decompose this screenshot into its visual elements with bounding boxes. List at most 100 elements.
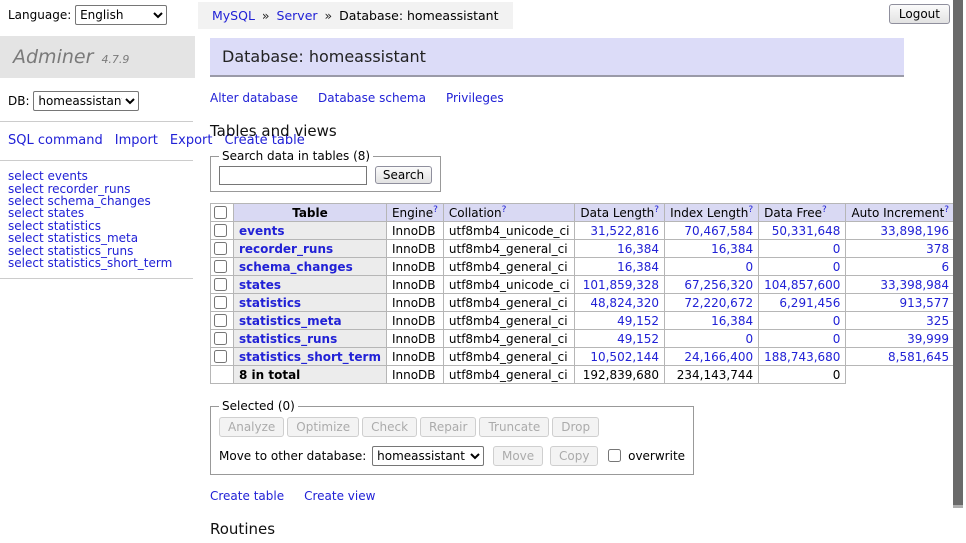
- table-link-recorder-runs[interactable]: recorder_runs: [239, 242, 333, 256]
- data-free-link[interactable]: 188,743,680: [764, 350, 840, 364]
- sidebar-action-sql-command[interactable]: SQL command: [8, 133, 103, 148]
- row-checkbox-statistics-short-term[interactable]: [214, 350, 227, 363]
- table-link-states[interactable]: states: [239, 278, 281, 292]
- table-link-statistics[interactable]: statistics: [239, 296, 301, 310]
- row-checkbox-statistics-runs[interactable]: [214, 332, 227, 345]
- move-db-select[interactable]: homeassistant: [372, 446, 484, 466]
- index-length-cell: 0: [665, 258, 759, 276]
- data-length-link[interactable]: 48,824,320: [590, 296, 659, 310]
- tables-overview-table: TableEngine?Collation?Data Length?Index …: [210, 203, 966, 384]
- data-length-link[interactable]: 16,384: [617, 242, 659, 256]
- auto-increment-link[interactable]: 6: [941, 260, 949, 274]
- data-free-link[interactable]: 0: [833, 260, 841, 274]
- select-all-checkbox[interactable]: [214, 206, 227, 219]
- search-input[interactable]: [219, 166, 367, 185]
- data-free-link[interactable]: 0: [833, 332, 841, 346]
- index-length-link[interactable]: 67,256,320: [684, 278, 753, 292]
- column-header-engine: Engine?: [386, 204, 443, 222]
- analyze-button[interactable]: Analyze: [219, 417, 284, 437]
- auto-increment-link[interactable]: 325: [926, 314, 949, 328]
- db-link-database-schema[interactable]: Database schema: [318, 91, 426, 105]
- data-length-cell: 101,859,328: [575, 276, 665, 294]
- logout-button[interactable]: Logout: [889, 4, 950, 24]
- table-name-cell: states: [234, 276, 387, 294]
- sidebar-item-select-states[interactable]: select states: [8, 207, 195, 219]
- auto-increment-link[interactable]: 8,581,645: [888, 350, 949, 364]
- help-link[interactable]: ?: [822, 205, 827, 215]
- scrollbar-thumb[interactable]: [953, 0, 963, 508]
- sidebar-action-import[interactable]: Import: [115, 133, 158, 148]
- help-link[interactable]: ?: [748, 205, 753, 215]
- create-link-create-view[interactable]: Create view: [304, 489, 375, 503]
- index-length-link[interactable]: 24,166,400: [684, 350, 753, 364]
- row-checkbox-schema-changes[interactable]: [214, 260, 227, 273]
- vertical-scrollbar[interactable]: [953, 0, 966, 543]
- table-link-events[interactable]: events: [239, 224, 285, 238]
- data-length-link[interactable]: 49,152: [617, 332, 659, 346]
- total-collation-cell: utf8mb4_general_ci: [443, 366, 575, 384]
- data-length-link[interactable]: 31,522,816: [590, 224, 659, 238]
- truncate-button[interactable]: Truncate: [479, 417, 549, 437]
- breadcrumb-mysql[interactable]: MySQL: [212, 8, 255, 23]
- data-length-link[interactable]: 101,859,328: [583, 278, 659, 292]
- search-button[interactable]: Search: [375, 166, 432, 184]
- row-checkbox-statistics-meta[interactable]: [214, 314, 227, 327]
- index-length-link[interactable]: 16,384: [711, 242, 753, 256]
- row-check-cell: [211, 258, 234, 276]
- sidebar-item-select-statistics-short-term[interactable]: select statistics_short_term: [8, 257, 195, 269]
- db-link-alter-database[interactable]: Alter database: [210, 91, 298, 105]
- create-link-create-table[interactable]: Create table: [210, 489, 284, 503]
- table-link-statistics-runs[interactable]: statistics_runs: [239, 332, 337, 346]
- brand-version[interactable]: 4.7.9: [101, 53, 129, 66]
- table-link-schema-changes[interactable]: schema_changes: [239, 260, 353, 274]
- collation-cell: utf8mb4_general_ci: [443, 240, 575, 258]
- auto-increment-link[interactable]: 913,577: [899, 296, 949, 310]
- data-length-link[interactable]: 16,384: [617, 260, 659, 274]
- engine-cell: InnoDB: [386, 276, 443, 294]
- sidebar-item-select-events[interactable]: select events: [8, 170, 195, 182]
- row-checkbox-recorder-runs[interactable]: [214, 242, 227, 255]
- data-length-link[interactable]: 49,152: [617, 314, 659, 328]
- index-length-link[interactable]: 72,220,672: [684, 296, 753, 310]
- index-length-link[interactable]: 0: [745, 332, 753, 346]
- row-checkbox-events[interactable]: [214, 224, 227, 237]
- routines-heading: Routines: [210, 520, 956, 538]
- auto-increment-link[interactable]: 33,398,984: [880, 278, 949, 292]
- table-link-statistics-meta[interactable]: statistics_meta: [239, 314, 342, 328]
- index-length-link[interactable]: 70,467,584: [684, 224, 753, 238]
- db-select[interactable]: homeassistant: [33, 91, 139, 111]
- language-select[interactable]: English: [75, 5, 167, 25]
- help-link[interactable]: ?: [502, 205, 507, 215]
- search-fieldset: Search data in tables (8) Search: [210, 149, 441, 192]
- optimize-button[interactable]: Optimize: [287, 417, 359, 437]
- data-free-link[interactable]: 6,291,456: [779, 296, 840, 310]
- data-length-link[interactable]: 10,502,144: [590, 350, 659, 364]
- help-link[interactable]: ?: [944, 205, 949, 215]
- row-checkbox-statistics[interactable]: [214, 296, 227, 309]
- data-free-link[interactable]: 0: [833, 242, 841, 256]
- row-checkbox-states[interactable]: [214, 278, 227, 291]
- index-length-link[interactable]: 16,384: [711, 314, 753, 328]
- index-length-link[interactable]: 0: [745, 260, 753, 274]
- data-free-link[interactable]: 50,331,648: [772, 224, 841, 238]
- help-link[interactable]: ?: [433, 205, 438, 215]
- index-length-cell: 72,220,672: [665, 294, 759, 312]
- data-free-link[interactable]: 104,857,600: [764, 278, 840, 292]
- table-name-cell: statistics_short_term: [234, 348, 387, 366]
- overwrite-checkbox[interactable]: [608, 449, 621, 462]
- sidebar-actions: SQL commandImportExportCreate table: [0, 131, 188, 151]
- auto-increment-link[interactable]: 39,999: [907, 332, 949, 346]
- table-link-statistics-short-term[interactable]: statistics_short_term: [239, 350, 381, 364]
- auto-increment-link[interactable]: 378: [926, 242, 949, 256]
- drop-button[interactable]: Drop: [552, 417, 599, 437]
- db-link-privileges[interactable]: Privileges: [446, 91, 504, 105]
- sidebar-item-select-statistics-meta[interactable]: select statistics_meta: [8, 232, 195, 244]
- copy-button[interactable]: Copy: [550, 446, 598, 466]
- repair-button[interactable]: Repair: [420, 417, 476, 437]
- auto-increment-link[interactable]: 33,898,196: [880, 224, 949, 238]
- check-button[interactable]: Check: [362, 417, 417, 437]
- help-link[interactable]: ?: [654, 205, 659, 215]
- breadcrumb-server[interactable]: Server: [277, 8, 318, 23]
- data-free-link[interactable]: 0: [833, 314, 841, 328]
- move-button[interactable]: Move: [493, 446, 543, 466]
